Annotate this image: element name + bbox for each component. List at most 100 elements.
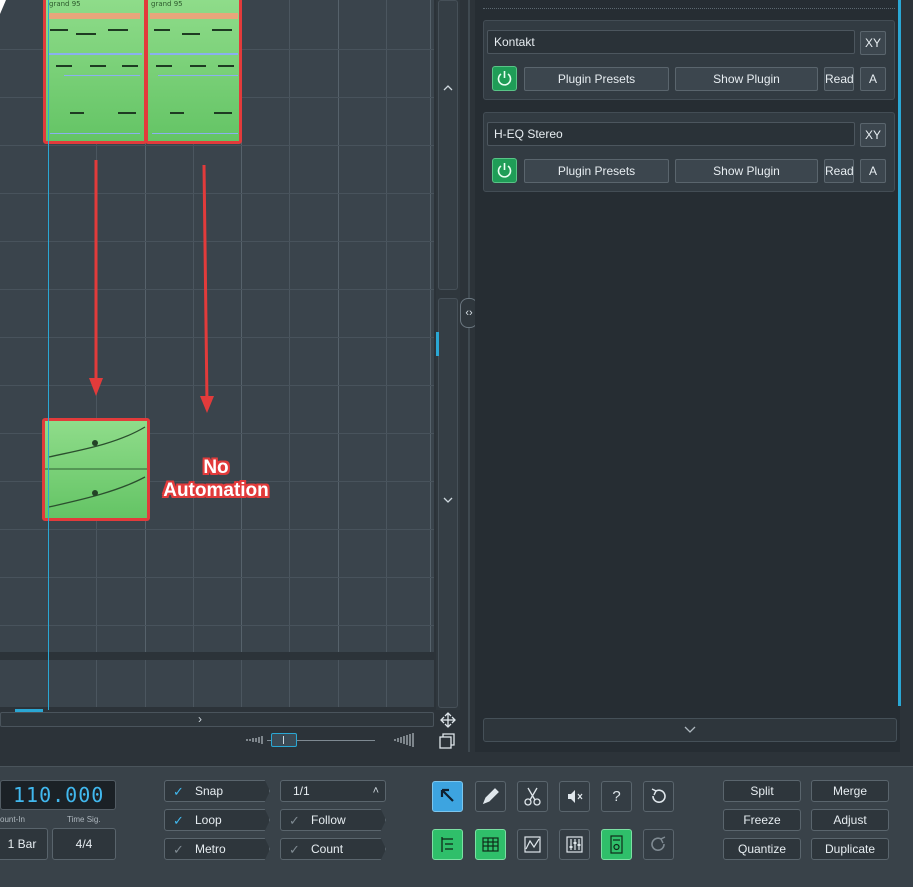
adjust-button[interactable]: Adjust [811, 809, 889, 831]
annotation-arrows [89, 160, 214, 413]
split-button[interactable]: Split [723, 780, 801, 802]
automation-clip[interactable] [42, 418, 150, 521]
read-button[interactable]: Read [824, 67, 854, 91]
scroll-position-marker [436, 332, 439, 356]
follow-toggle[interactable]: ✓ Follow [280, 809, 386, 831]
scissors-icon [524, 787, 541, 806]
grid-line [386, 660, 387, 707]
zoom-in-icon[interactable] [393, 732, 415, 748]
count-in-selector[interactable]: 1 Bar [0, 828, 48, 860]
time-sig-label: Time Sig. [67, 815, 101, 824]
show-plugin-button[interactable]: Show Plugin [675, 67, 818, 91]
question-mark-icon: ? [612, 788, 621, 805]
automation-a-button[interactable]: A [860, 159, 886, 183]
chevron-down-icon[interactable] [442, 494, 454, 506]
tempo-display[interactable]: 110.000 [0, 780, 116, 810]
grid-line [193, 660, 194, 707]
metro-toggle[interactable]: ✓ Metro [164, 838, 270, 860]
grid-line [338, 660, 339, 707]
playhead[interactable] [48, 0, 49, 710]
annotation-line: Automation [163, 480, 269, 501]
plugin-slot-kontakt: Kontakt XY Plugin Presets Show Plugin Re… [483, 20, 895, 100]
pointer-tool-button[interactable] [432, 781, 463, 812]
tracks-view-button[interactable] [432, 829, 463, 860]
read-button[interactable]: Read [824, 159, 854, 183]
redo-icon [651, 836, 666, 851]
power-button[interactable] [492, 66, 517, 91]
undo-button[interactable] [643, 781, 674, 812]
quantize-grid-select[interactable]: 1/1 ˄ [280, 780, 386, 802]
help-button[interactable]: ? [601, 781, 632, 812]
mixer-view-button[interactable] [559, 829, 590, 860]
chevron-down-icon [684, 726, 696, 733]
check-icon: ✓ [289, 813, 300, 828]
annotation-line: No [203, 457, 229, 478]
arrange-grid[interactable]: grand 95 grand 95 No Automation [0, 0, 434, 652]
check-icon: ✓ [289, 842, 300, 857]
power-button[interactable] [492, 158, 517, 183]
redo-button[interactable] [643, 829, 674, 860]
horizontal-scrollbar[interactable]: › [0, 709, 434, 727]
automation-lane [0, 660, 434, 707]
panel-divider[interactable] [468, 0, 470, 752]
arrow-pointer-icon [440, 788, 454, 802]
mixer-icon [566, 836, 583, 853]
window-resize-icon[interactable] [437, 732, 457, 750]
grid-line [241, 660, 242, 707]
zoom-slider[interactable] [245, 733, 415, 747]
mute-speaker-icon [568, 790, 583, 803]
show-plugin-button[interactable]: Show Plugin [675, 159, 818, 183]
loop-toggle[interactable]: ✓ Loop [164, 809, 270, 831]
loop-label: Loop [195, 813, 222, 827]
automation-a-button[interactable]: A [860, 67, 886, 91]
freeze-button[interactable]: Freeze [723, 809, 801, 831]
zoom-knob[interactable] [271, 733, 297, 747]
follow-label: Follow [311, 813, 346, 827]
automation-icon [524, 836, 541, 853]
count-toggle[interactable]: ✓ Count [280, 838, 386, 860]
browser-view-button[interactable] [601, 829, 632, 860]
scissors-tool-button[interactable] [517, 781, 548, 812]
xy-button[interactable]: XY [860, 31, 886, 55]
inspector-expand-button[interactable] [483, 718, 897, 742]
metro-label: Metro [195, 842, 226, 856]
time-signature-selector[interactable]: 4/4 [52, 828, 116, 860]
xy-button[interactable]: XY [860, 123, 886, 147]
track-list-icon [441, 837, 453, 852]
zoom-out-icon[interactable] [245, 733, 265, 747]
check-icon: ✓ [173, 784, 184, 799]
plugin-presets-button[interactable]: Plugin Presets [524, 159, 669, 183]
automation-curve [45, 426, 147, 508]
grid-line [96, 660, 97, 707]
mouse-cursor-icon [0, 0, 6, 14]
scroll-position-marker [15, 709, 43, 712]
count-in-label: ount-In [0, 815, 25, 824]
scroll-rail[interactable] [438, 0, 458, 290]
count-label: Count [311, 842, 344, 856]
plugin-name[interactable]: H-EQ Stereo [487, 122, 855, 146]
power-icon [497, 163, 512, 178]
mute-tool-button[interactable] [559, 781, 590, 812]
plugin-name[interactable]: Kontakt [487, 30, 855, 54]
browser-icon [610, 835, 623, 854]
chevron-up-icon[interactable] [442, 82, 454, 94]
plugin-presets-button[interactable]: Plugin Presets [524, 67, 669, 91]
merge-button[interactable]: Merge [811, 780, 889, 802]
grid-line [289, 660, 290, 707]
duplicate-button[interactable]: Duplicate [811, 838, 889, 860]
grid-view-button[interactable] [475, 829, 506, 860]
chevron-up-icon: ˄ [372, 785, 379, 797]
undo-icon [651, 788, 666, 803]
grid-icon [482, 837, 499, 852]
pencil-tool-button[interactable] [475, 781, 506, 812]
snap-toggle[interactable]: ✓ Snap [164, 780, 270, 802]
quantize-button[interactable]: Quantize [723, 838, 801, 860]
automation-view-button[interactable] [517, 829, 548, 860]
move-icon[interactable] [438, 711, 458, 729]
divider [483, 8, 895, 9]
chevron-right-icon[interactable]: › [198, 712, 202, 726]
annotation-label: No Automation [158, 456, 274, 502]
power-icon [497, 71, 512, 86]
vertical-scrollbar[interactable] [436, 0, 460, 749]
check-icon: ✓ [173, 813, 184, 828]
